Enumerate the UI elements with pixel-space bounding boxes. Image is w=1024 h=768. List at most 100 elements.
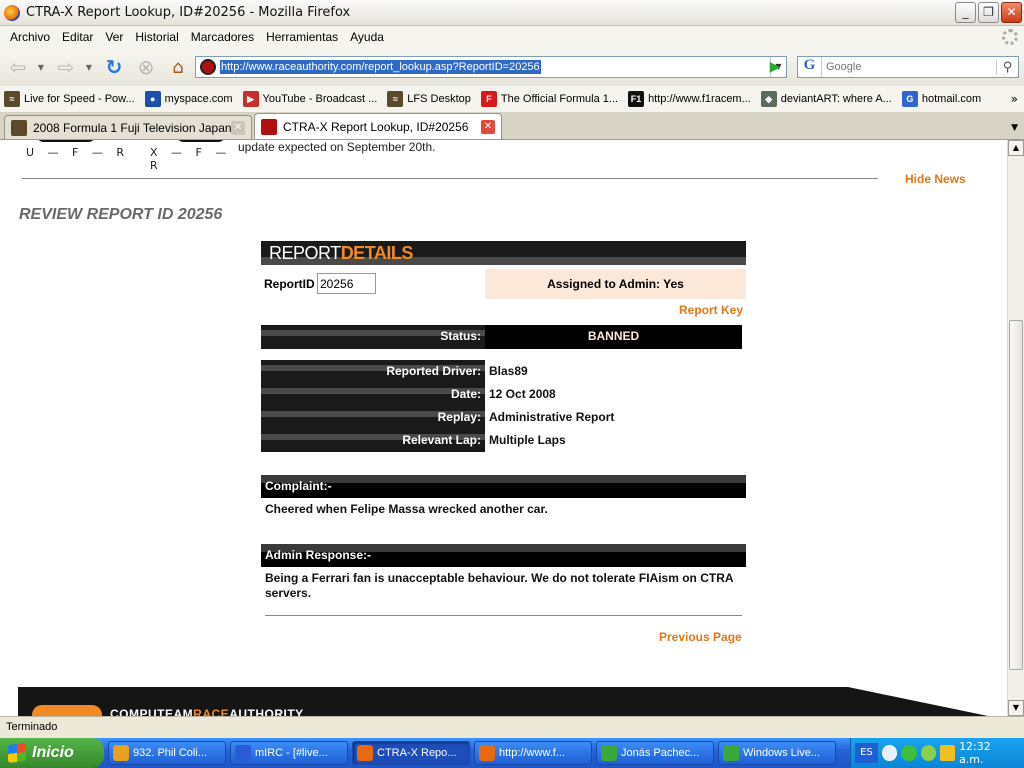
window-controls: _ ❐ ✕ — [955, 2, 1022, 23]
bookmark-item[interactable]: ● myspace.com — [144, 91, 233, 107]
network-icon[interactable] — [901, 745, 917, 761]
menu-editar[interactable]: Editar — [56, 30, 99, 44]
bookmark-label: http://www.f1racem... — [648, 93, 751, 105]
taskbar-app-icon — [601, 745, 617, 761]
deviantart-icon: ◆ — [760, 91, 777, 107]
language-indicator[interactable]: ES — [855, 743, 878, 763]
search-icon[interactable]: ⚲ — [996, 59, 1018, 75]
admin-response-heading: Admin Response:- — [261, 544, 746, 567]
bookmark-label: myspace.com — [164, 93, 233, 105]
bookmark-item[interactable]: F The Official Formula 1... — [480, 91, 619, 107]
menu-historial[interactable]: Historial — [129, 30, 184, 44]
security-icon[interactable] — [939, 745, 956, 761]
forward-button[interactable]: ⇨ — [52, 53, 80, 81]
report-key-link[interactable]: Report Key — [679, 303, 743, 317]
windows-flag-icon — [8, 743, 26, 763]
report-id-input[interactable] — [317, 273, 376, 294]
taskbar-button[interactable]: http://www.f... — [474, 741, 592, 765]
bookmarks-toolbar: ≈ Live for Speed - Pow... ● myspace.com ▶ You… — [0, 86, 1024, 112]
logo-text-left: U — F — R — [26, 146, 130, 159]
taskbar-button[interactable]: 932. Phil Coli... — [108, 741, 226, 765]
banner-text-report: REPORT — [269, 243, 341, 263]
lfs-icon: ≈ — [387, 91, 404, 107]
report-info-table: Reported Driver: Blas89 Date: 12 Oct 200… — [261, 360, 746, 452]
taskbar-button[interactable]: mIRC - [#live... — [230, 741, 348, 765]
tab[interactable]: 2008 Formula 1 Fuji Television Japane...… — [4, 115, 252, 139]
taskbar-app-icon — [723, 745, 739, 761]
status-bar: Terminado — [0, 716, 1024, 738]
bookmark-item[interactable]: F1 http://www.f1racem... — [628, 91, 751, 107]
lfs-icon: ≈ — [4, 91, 20, 107]
forward-history-dropdown[interactable]: ▼ — [84, 53, 94, 81]
messenger-icon[interactable] — [920, 745, 936, 761]
restore-button[interactable]: ❐ — [978, 2, 999, 23]
start-button[interactable]: Inicio — [0, 738, 104, 768]
menu-ayuda[interactable]: Ayuda — [344, 30, 390, 44]
bookmark-label: The Official Formula 1... — [500, 93, 619, 105]
go-button[interactable]: ▶ — [764, 57, 786, 77]
tab-list-dropdown-icon[interactable]: ▼ — [1011, 123, 1018, 133]
banner-text-details: DETAILS — [340, 243, 414, 263]
news-text: update expected on September 20th. — [238, 140, 436, 154]
bookmark-item[interactable]: ≈ Live for Speed - Pow... — [4, 91, 135, 107]
bookmarks-overflow-icon[interactable]: » — [1011, 92, 1018, 106]
address-url[interactable]: http://www.raceauthority.com/report_look… — [220, 60, 541, 74]
scroll-up-icon[interactable]: ▲ — [1008, 140, 1024, 156]
menu-ver[interactable]: Ver — [99, 30, 129, 44]
assigned-admin-badge: Assigned to Admin: Yes — [485, 269, 746, 299]
site-favicon-icon — [200, 59, 216, 75]
back-history-dropdown[interactable]: ▼ — [36, 53, 46, 81]
page-scrollbar[interactable]: ▲ ▼ — [1007, 140, 1024, 716]
taskbar-label: http://www.f... — [499, 747, 566, 759]
page-title: REVIEW REPORT ID 20256 — [19, 206, 223, 223]
tab-close-icon[interactable]: ✕ — [231, 120, 245, 135]
search-input[interactable] — [822, 58, 996, 76]
footer-logo-icon — [32, 705, 102, 716]
clock: 12:32 a.m. — [959, 740, 991, 766]
scroll-thumb[interactable] — [1009, 320, 1023, 670]
bottom-divider — [265, 615, 742, 616]
f1racemania-icon: F1 — [628, 91, 645, 107]
status-label: Status: — [261, 325, 485, 349]
minimize-button[interactable]: _ — [955, 2, 976, 23]
stop-button[interactable]: ⊗ — [132, 53, 160, 81]
reload-button[interactable]: ↻ — [100, 53, 128, 81]
taskbar-button[interactable]: CTRA-X Repo... — [352, 741, 470, 765]
youtube-icon: ▶ — [242, 91, 259, 107]
tray-expand-icon[interactable] — [881, 745, 898, 761]
menu-marcadores[interactable]: Marcadores — [185, 30, 260, 44]
menu-herramientas[interactable]: Herramientas — [260, 30, 344, 44]
lap-label: Relevant Lap: — [261, 429, 485, 452]
system-tray: ES 12:32 a.m. — [850, 738, 1024, 768]
myspace-icon: ● — [144, 91, 161, 107]
bookmark-item[interactable]: ≈ LFS Desktop — [387, 91, 471, 107]
previous-page-link[interactable]: Previous Page — [659, 630, 742, 644]
tab-label: 2008 Formula 1 Fuji Television Japane... — [33, 120, 231, 135]
home-button[interactable]: ⌂ — [164, 53, 192, 81]
driver-label: Reported Driver: — [261, 360, 485, 383]
logo-shape-left — [36, 140, 96, 142]
back-button[interactable]: ⇦ — [4, 53, 32, 81]
bookmark-label: Live for Speed - Pow... — [24, 93, 135, 105]
bookmark-item[interactable]: ◆ deviantART: where A... — [760, 91, 892, 107]
taskbar-label: 932. Phil Coli... — [133, 747, 207, 759]
bookmark-item[interactable]: Ghotmail.com — [901, 91, 981, 107]
tab-close-icon[interactable]: ✕ — [481, 119, 495, 134]
search-engine-icon[interactable]: G — [798, 57, 822, 77]
scroll-down-icon[interactable]: ▼ — [1008, 700, 1024, 716]
taskbar-button[interactable]: Jonás Pachec... — [596, 741, 714, 765]
footer-brand-text: COMPUTEAMRACEAUTHORITY — [110, 707, 304, 716]
bookmark-label: deviantART: where A... — [780, 93, 892, 105]
report-id-label: ReportID — [264, 277, 315, 291]
firefox-icon — [4, 4, 20, 21]
bookmark-item[interactable]: ▶ YouTube - Broadcast ... — [242, 91, 377, 107]
menu-archivo[interactable]: Archivo — [4, 30, 56, 44]
report-details-banner: REPORTDETAILS — [261, 241, 746, 265]
title-bar: CTRA-X Report Lookup, ID#20256 - Mozilla… — [0, 0, 1024, 26]
hide-news-link[interactable]: Hide News — [905, 172, 966, 186]
address-bar[interactable]: http://www.raceauthority.com/report_look… — [195, 56, 787, 78]
replay-label: Replay: — [261, 406, 485, 429]
tab-active[interactable]: CTRA-X Report Lookup, ID#20256 ✕ — [254, 113, 502, 139]
taskbar-button[interactable]: Windows Live... — [718, 741, 836, 765]
close-button[interactable]: ✕ — [1001, 2, 1022, 23]
